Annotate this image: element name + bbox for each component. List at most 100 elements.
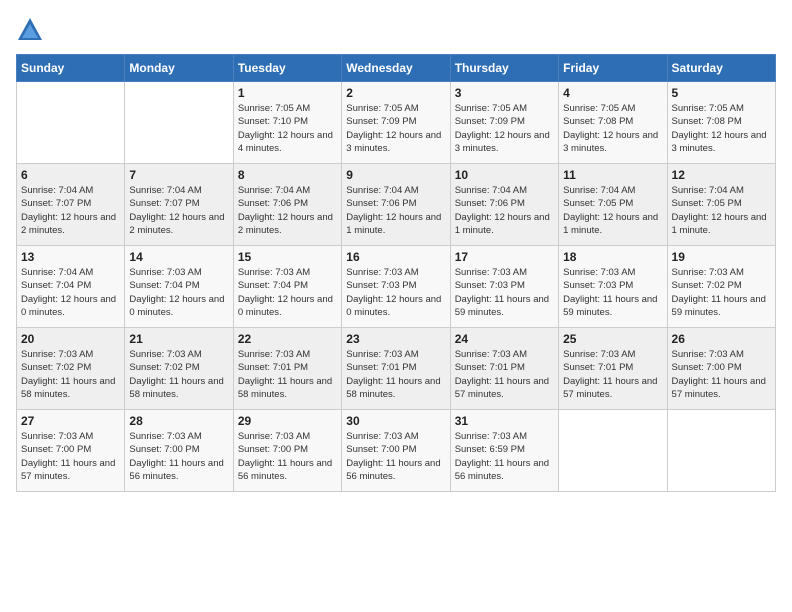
day-info: Sunrise: 7:04 AM Sunset: 7:06 PM Dayligh… xyxy=(346,184,445,237)
day-info: Sunrise: 7:03 AM Sunset: 7:00 PM Dayligh… xyxy=(672,348,771,401)
week-row-4: 20 Sunrise: 7:03 AM Sunset: 7:02 PM Dayli… xyxy=(17,328,776,410)
day-number: 29 xyxy=(238,414,337,428)
calendar-cell: 6Sunrise: 7:04 AM Sunset: 7:07 PM Daylig… xyxy=(17,164,125,246)
day-number: 14 xyxy=(129,250,228,264)
day-info: Sunrise: 7:05 AM Sunset: 7:10 PM Dayligh… xyxy=(238,102,337,155)
day-info: Sunrise: 7:03 AM Sunset: 7:02 PM Dayligh… xyxy=(21,348,120,401)
calendar-cell: 26Sunrise: 7:03 AM Sunset: 7:00 PM Dayli… xyxy=(667,328,775,410)
calendar-cell: 2 Sunrise: 7:05 AM Sunset: 7:09 PM Daylig… xyxy=(342,82,450,164)
day-info: Sunrise: 7:03 AM Sunset: 7:03 PM Dayligh… xyxy=(346,266,445,319)
calendar-cell: 14 Sunrise: 7:03 AM Sunset: 7:04 PM Dayli… xyxy=(125,246,233,328)
day-header-sunday: Sunday xyxy=(17,55,125,82)
day-number: 19 xyxy=(672,250,771,264)
calendar-cell: 29 Sunrise: 7:03 AM Sunset: 7:00 PM Dayli… xyxy=(233,410,341,492)
day-number: 24 xyxy=(455,332,554,346)
calendar-cell xyxy=(559,410,667,492)
day-info: Sunrise: 7:03 AM Sunset: 7:02 PM Dayligh… xyxy=(129,348,228,401)
calendar-cell: 27 Sunrise: 7:03 AM Sunset: 7:00 PM Dayli… xyxy=(17,410,125,492)
calendar-cell: 28Sunrise: 7:03 AM Sunset: 7:00 PM Dayli… xyxy=(125,410,233,492)
day-info: Sunrise: 7:05 AM Sunset: 7:09 PM Dayligh… xyxy=(455,102,554,155)
day-info: Sunrise: 7:05 AM Sunset: 7:08 PM Dayligh… xyxy=(563,102,662,155)
day-number: 6 xyxy=(21,168,120,182)
day-info: Sunrise: 7:05 AM Sunset: 7:08 PM Dayligh… xyxy=(672,102,771,155)
calendar-header: SundayMondayTuesdayWednesdayThursdayFrid… xyxy=(17,55,776,82)
day-number: 31 xyxy=(455,414,554,428)
calendar-cell xyxy=(17,82,125,164)
calendar-cell: 30 Sunrise: 7:03 AM Sunset: 7:00 PM Dayli… xyxy=(342,410,450,492)
calendar-cell: 21 Sunrise: 7:03 AM Sunset: 7:02 PM Dayli… xyxy=(125,328,233,410)
day-info: Sunrise: 7:03 AM Sunset: 6:59 PM Dayligh… xyxy=(455,430,554,483)
day-number: 13 xyxy=(21,250,120,264)
day-info: Sunrise: 7:03 AM Sunset: 7:00 PM Dayligh… xyxy=(21,430,120,483)
calendar-cell: 4 Sunrise: 7:05 AM Sunset: 7:08 PM Daylig… xyxy=(559,82,667,164)
day-info: Sunrise: 7:04 AM Sunset: 7:06 PM Dayligh… xyxy=(455,184,554,237)
day-info: Sunrise: 7:03 AM Sunset: 7:01 PM Dayligh… xyxy=(455,348,554,401)
day-number: 30 xyxy=(346,414,445,428)
day-info: Sunrise: 7:03 AM Sunset: 7:01 PM Dayligh… xyxy=(563,348,662,401)
day-info: Sunrise: 7:04 AM Sunset: 7:05 PM Dayligh… xyxy=(672,184,771,237)
day-info: Sunrise: 7:04 AM Sunset: 7:07 PM Dayligh… xyxy=(129,184,228,237)
calendar-cell: 31 Sunrise: 7:03 AM Sunset: 6:59 PM Dayli… xyxy=(450,410,558,492)
calendar-cell: 20 Sunrise: 7:03 AM Sunset: 7:02 PM Dayli… xyxy=(17,328,125,410)
week-row-3: 13 Sunrise: 7:04 AM Sunset: 7:04 PM Dayli… xyxy=(17,246,776,328)
day-number: 15 xyxy=(238,250,337,264)
calendar-cell: 22Sunrise: 7:03 AM Sunset: 7:01 PM Dayli… xyxy=(233,328,341,410)
day-number: 9 xyxy=(346,168,445,182)
calendar-cell: 9 Sunrise: 7:04 AM Sunset: 7:06 PM Daylig… xyxy=(342,164,450,246)
calendar-cell: 13 Sunrise: 7:04 AM Sunset: 7:04 PM Dayli… xyxy=(17,246,125,328)
day-number: 21 xyxy=(129,332,228,346)
day-number: 11 xyxy=(563,168,662,182)
page-header xyxy=(16,16,776,44)
day-info: Sunrise: 7:03 AM Sunset: 7:00 PM Dayligh… xyxy=(238,430,337,483)
calendar-cell: 23Sunrise: 7:03 AM Sunset: 7:01 PM Dayli… xyxy=(342,328,450,410)
calendar-cell: 5 Sunrise: 7:05 AM Sunset: 7:08 PM Daylig… xyxy=(667,82,775,164)
day-header-saturday: Saturday xyxy=(667,55,775,82)
week-row-2: 6 Sunrise: 7:04 AM Sunset: 7:07 PM Daylig… xyxy=(17,164,776,246)
day-info: Sunrise: 7:03 AM Sunset: 7:04 PM Dayligh… xyxy=(129,266,228,319)
calendar-cell: 8Sunrise: 7:04 AM Sunset: 7:06 PM Daylig… xyxy=(233,164,341,246)
days-header-row: SundayMondayTuesdayWednesdayThursdayFrid… xyxy=(17,55,776,82)
day-header-monday: Monday xyxy=(125,55,233,82)
day-number: 5 xyxy=(672,86,771,100)
day-number: 4 xyxy=(563,86,662,100)
day-number: 10 xyxy=(455,168,554,182)
calendar-cell: 11 Sunrise: 7:04 AM Sunset: 7:05 PM Dayli… xyxy=(559,164,667,246)
day-number: 20 xyxy=(21,332,120,346)
logo xyxy=(16,16,48,44)
calendar-cell: 16Sunrise: 7:03 AM Sunset: 7:03 PM Dayli… xyxy=(342,246,450,328)
calendar-cell: 7Sunrise: 7:04 AM Sunset: 7:07 PM Daylig… xyxy=(125,164,233,246)
day-header-wednesday: Wednesday xyxy=(342,55,450,82)
calendar-cell: 12Sunrise: 7:04 AM Sunset: 7:05 PM Dayli… xyxy=(667,164,775,246)
day-number: 8 xyxy=(238,168,337,182)
day-info: Sunrise: 7:03 AM Sunset: 7:01 PM Dayligh… xyxy=(238,348,337,401)
week-row-5: 27 Sunrise: 7:03 AM Sunset: 7:00 PM Dayli… xyxy=(17,410,776,492)
day-number: 18 xyxy=(563,250,662,264)
day-header-friday: Friday xyxy=(559,55,667,82)
day-info: Sunrise: 7:04 AM Sunset: 7:04 PM Dayligh… xyxy=(21,266,120,319)
day-info: Sunrise: 7:03 AM Sunset: 7:00 PM Dayligh… xyxy=(346,430,445,483)
day-header-thursday: Thursday xyxy=(450,55,558,82)
day-info: Sunrise: 7:03 AM Sunset: 7:03 PM Dayligh… xyxy=(455,266,554,319)
calendar-cell: 17 Sunrise: 7:03 AM Sunset: 7:03 PM Dayli… xyxy=(450,246,558,328)
calendar-cell: 15 Sunrise: 7:03 AM Sunset: 7:04 PM Dayli… xyxy=(233,246,341,328)
logo-icon xyxy=(16,16,44,44)
day-info: Sunrise: 7:03 AM Sunset: 7:04 PM Dayligh… xyxy=(238,266,337,319)
calendar-body: 1Sunrise: 7:05 AM Sunset: 7:10 PM Daylig… xyxy=(17,82,776,492)
day-info: Sunrise: 7:03 AM Sunset: 7:00 PM Dayligh… xyxy=(129,430,228,483)
day-number: 2 xyxy=(346,86,445,100)
calendar-cell: 18 Sunrise: 7:03 AM Sunset: 7:03 PM Dayli… xyxy=(559,246,667,328)
day-info: Sunrise: 7:05 AM Sunset: 7:09 PM Dayligh… xyxy=(346,102,445,155)
calendar-table: SundayMondayTuesdayWednesdayThursdayFrid… xyxy=(16,54,776,492)
day-info: Sunrise: 7:03 AM Sunset: 7:03 PM Dayligh… xyxy=(563,266,662,319)
day-number: 27 xyxy=(21,414,120,428)
day-number: 17 xyxy=(455,250,554,264)
day-info: Sunrise: 7:03 AM Sunset: 7:02 PM Dayligh… xyxy=(672,266,771,319)
day-info: Sunrise: 7:04 AM Sunset: 7:05 PM Dayligh… xyxy=(563,184,662,237)
calendar-cell xyxy=(125,82,233,164)
calendar-cell: 3Sunrise: 7:05 AM Sunset: 7:09 PM Daylig… xyxy=(450,82,558,164)
calendar-cell: 25Sunrise: 7:03 AM Sunset: 7:01 PM Dayli… xyxy=(559,328,667,410)
day-info: Sunrise: 7:03 AM Sunset: 7:01 PM Dayligh… xyxy=(346,348,445,401)
calendar-cell: 1Sunrise: 7:05 AM Sunset: 7:10 PM Daylig… xyxy=(233,82,341,164)
calendar-cell: 10 Sunrise: 7:04 AM Sunset: 7:06 PM Dayli… xyxy=(450,164,558,246)
week-row-1: 1Sunrise: 7:05 AM Sunset: 7:10 PM Daylig… xyxy=(17,82,776,164)
